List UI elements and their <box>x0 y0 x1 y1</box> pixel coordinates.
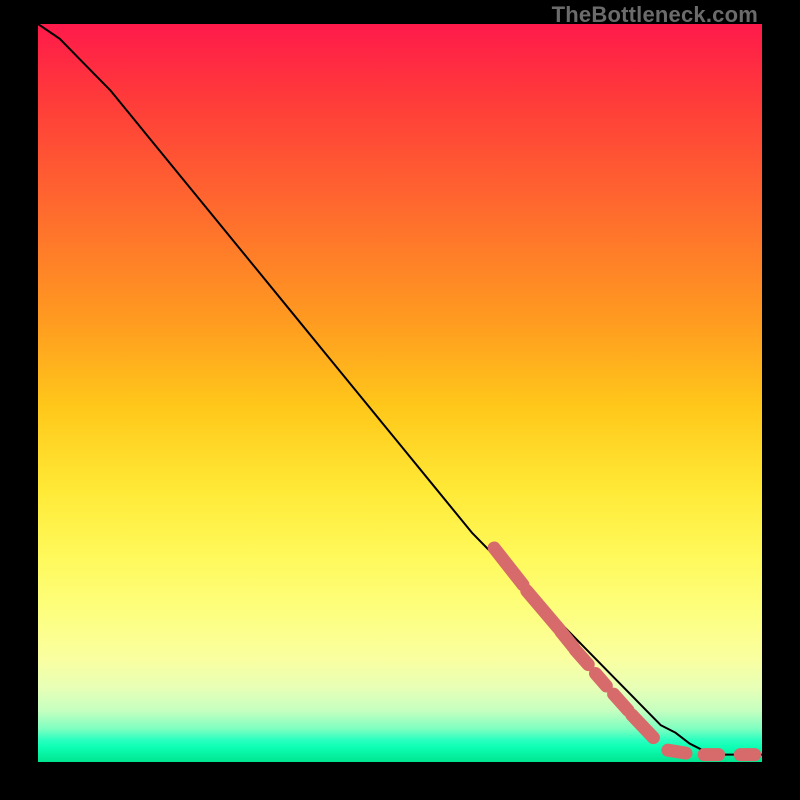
plot-area <box>38 24 762 762</box>
dash-segment <box>575 650 588 665</box>
chart-svg <box>38 24 762 762</box>
dash-segment <box>668 750 686 753</box>
dash-segment <box>494 548 523 585</box>
dash-segment <box>614 694 628 710</box>
dash-segment <box>527 591 560 629</box>
chart-frame: TheBottleneck.com <box>0 0 800 800</box>
dash-segment <box>595 673 606 686</box>
dash-segment <box>632 715 654 738</box>
dash-overlay <box>494 548 755 755</box>
bottleneck-curve <box>38 24 762 755</box>
watermark-text: TheBottleneck.com <box>552 2 758 28</box>
